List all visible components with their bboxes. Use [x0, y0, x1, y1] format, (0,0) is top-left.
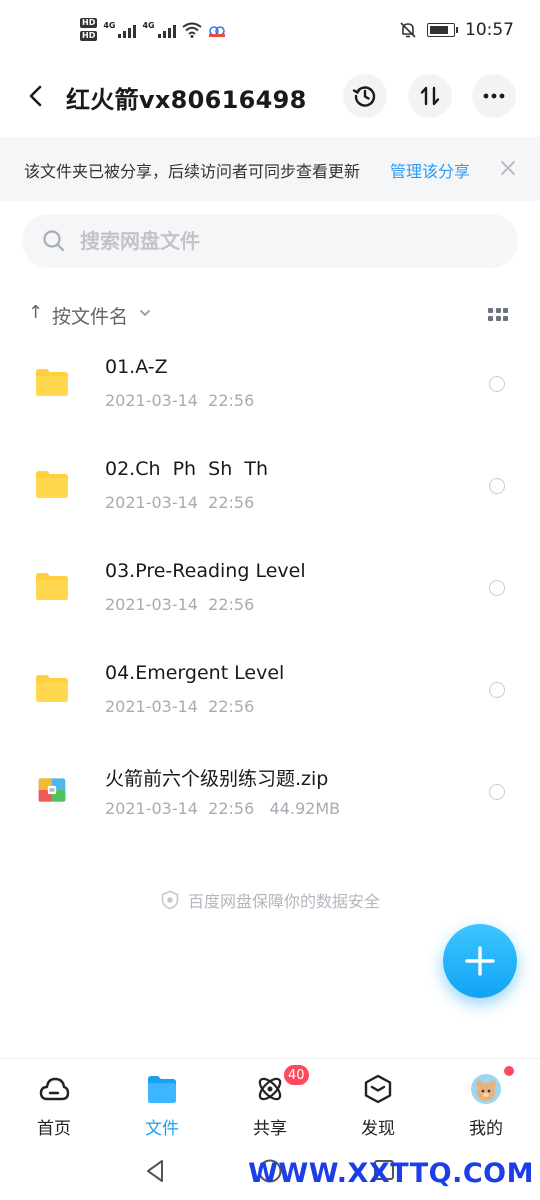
page-title: 红火箭vx80616498 [66, 86, 307, 114]
file-name: 03.Pre-Reading Level [105, 560, 306, 582]
folder-icon [36, 675, 68, 702]
more-button[interactable] [472, 74, 516, 118]
baidu-netdisk-notify-icon [208, 25, 225, 37]
folder-icon [36, 573, 68, 600]
avatar [471, 1074, 501, 1104]
share-banner-text: 该文件夹已被分享，后续访问者可同步查看更新 [24, 162, 361, 181]
file-name: 01.A-Z [105, 356, 168, 378]
folder-icon [148, 1076, 176, 1103]
add-button[interactable] [443, 924, 517, 998]
select-checkbox[interactable] [489, 376, 505, 392]
status-right: 10:57 [399, 20, 514, 40]
list-item[interactable]: 火箭前六个级别练习题.zip 2021-03-14 22:56 44.92MB [0, 744, 540, 846]
cellular-signal-icon: 4G [142, 21, 176, 38]
nav-item-files[interactable]: 文件 [108, 1059, 216, 1145]
security-note-text: 百度网盘保障你的数据安全 [187, 892, 380, 911]
transfer-icon [420, 86, 440, 106]
select-checkbox[interactable] [489, 784, 505, 800]
nav-item-home[interactable]: 首页 [0, 1059, 108, 1145]
manage-share-link[interactable]: 管理该分享 [390, 158, 470, 182]
file-meta: 2021-03-14 22:56 44.92MB [105, 799, 341, 818]
folder-icon [36, 369, 68, 396]
banner-close-button[interactable] [496, 156, 520, 180]
notification-dot [504, 1066, 514, 1076]
folder-icon [36, 471, 68, 498]
select-checkbox[interactable] [489, 682, 505, 698]
select-checkbox[interactable] [489, 478, 505, 494]
sort-label[interactable]: 按文件名 [52, 302, 128, 329]
cellular-signal-icon: 4G [103, 21, 137, 38]
nav-label: 我的 [469, 1119, 503, 1139]
history-icon [352, 86, 376, 107]
search-input[interactable] [80, 224, 490, 258]
cloud-icon [39, 1077, 70, 1101]
cube-icon [364, 1074, 392, 1104]
select-checkbox[interactable] [489, 580, 505, 596]
history-button[interactable] [343, 74, 387, 118]
grid-view-icon[interactable] [488, 308, 508, 322]
share-count-badge: 40 [283, 1064, 310, 1086]
nav-label: 文件 [145, 1119, 179, 1139]
wifi-icon [182, 22, 202, 38]
status-time: 10:57 [465, 20, 514, 40]
status-bar: HD HD 4G 4G 10:57 [0, 0, 540, 70]
list-item[interactable]: 04.Emergent Level 2021-03-14 22:56 [0, 642, 540, 744]
nav-label: 共享 [253, 1119, 287, 1139]
file-meta: 2021-03-14 22:56 [105, 697, 255, 716]
sort-direction-icon[interactable]: ↑ [28, 302, 43, 323]
file-meta: 2021-03-14 22:56 [105, 391, 255, 410]
search-icon [43, 230, 65, 252]
watermark: WWW.XXTTQ.COM [248, 1158, 534, 1189]
nav-item-discover[interactable]: 发现 [324, 1059, 432, 1145]
atom-icon [258, 1077, 282, 1101]
status-left: HD HD 4G 4G [80, 18, 226, 41]
plus-icon [465, 946, 495, 976]
hd-badge: HD [80, 18, 98, 28]
chevron-down-icon[interactable] [138, 306, 152, 320]
nav-label: 发现 [361, 1119, 395, 1139]
transfer-button[interactable] [408, 74, 452, 118]
shield-icon [161, 890, 179, 910]
security-note: 百度网盘保障你的数据安全 [0, 888, 540, 912]
chevron-left-icon [29, 85, 42, 107]
more-icon [483, 93, 505, 99]
list-item[interactable]: 02.Ch Ph Sh Th 2021-03-14 22:56 [0, 438, 540, 540]
file-name: 02.Ch Ph Sh Th [105, 458, 269, 480]
bottom-nav: 首页 文件 共享 发现 我的 [0, 1058, 540, 1145]
file-name: 04.Emergent Level [105, 662, 285, 684]
list-item[interactable]: 03.Pre-Reading Level 2021-03-14 22:56 [0, 540, 540, 642]
file-name: 火箭前六个级别练习题.zip [105, 768, 329, 790]
back-button[interactable] [20, 78, 52, 114]
nav-label: 首页 [37, 1119, 71, 1139]
zip-file-icon [38, 778, 66, 802]
battery-icon [427, 23, 458, 37]
file-meta: 2021-03-14 22:56 [105, 493, 255, 512]
bell-muted-icon [400, 22, 416, 38]
nav-item-me[interactable]: 我的 [432, 1059, 540, 1145]
file-list: 01.A-Z 2021-03-14 22:56 02.Ch Ph Sh Th 2… [0, 336, 540, 846]
close-icon [501, 161, 515, 175]
system-back-icon[interactable] [143, 1158, 167, 1184]
file-meta: 2021-03-14 22:56 [105, 595, 255, 614]
list-item[interactable]: 01.A-Z 2021-03-14 22:56 [0, 336, 540, 438]
hd-badge: HD [80, 31, 98, 41]
